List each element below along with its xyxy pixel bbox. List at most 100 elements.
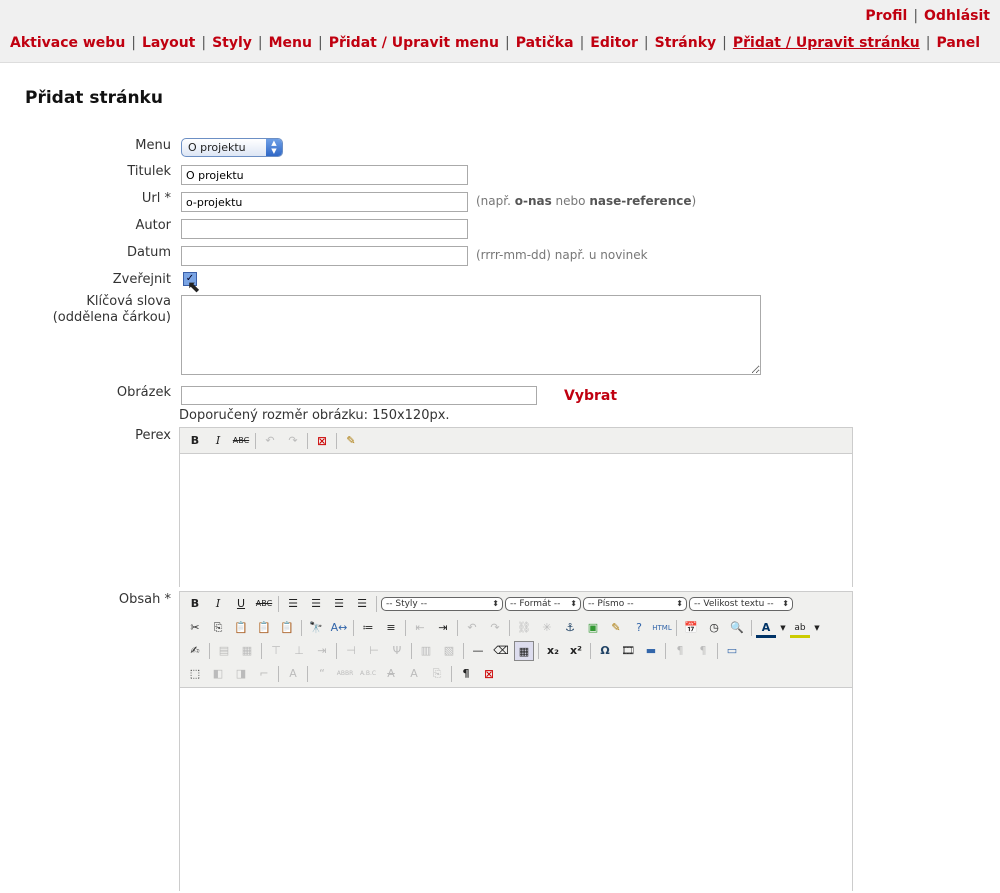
title-input[interactable] [181, 165, 468, 185]
nav-editor[interactable]: Editor [590, 35, 638, 51]
row-before-icon[interactable]: ⊤ [266, 641, 286, 661]
edit-css-icon[interactable]: ✍ [185, 641, 205, 661]
nav-paticka[interactable]: Patička [516, 35, 574, 51]
image-icon[interactable]: ▣ [583, 618, 603, 638]
profile-link[interactable]: Profil [865, 8, 907, 24]
align-left-icon[interactable]: ☰ [283, 594, 303, 614]
delete-text-icon[interactable]: A [381, 664, 401, 684]
paste-word-icon[interactable]: 📋 [277, 618, 297, 638]
nav-panel[interactable]: Panel [936, 35, 980, 51]
nav-aktivace-webu[interactable]: Aktivace webu [10, 35, 125, 51]
bold-icon[interactable]: B [185, 431, 205, 451]
logout-link[interactable]: Odhlásit [924, 8, 990, 24]
image-input[interactable] [181, 386, 537, 405]
align-center-icon[interactable]: ☰ [306, 594, 326, 614]
help-icon[interactable]: ? [629, 618, 649, 638]
strikethrough-icon[interactable]: ABC [231, 431, 251, 451]
style-props-icon[interactable]: A [283, 664, 303, 684]
image-select-link[interactable]: Vybrat [564, 388, 617, 404]
table-props-icon[interactable]: ▦ [237, 641, 257, 661]
nav-styly[interactable]: Styly [212, 35, 252, 51]
nav-pridat-upravit-stranku[interactable]: Přidat / Upravit stránku [733, 35, 920, 51]
keywords-textarea[interactable] [181, 295, 761, 375]
delete-col-icon[interactable]: Ψ [387, 641, 407, 661]
insert-text-icon[interactable]: A [404, 664, 424, 684]
insert-time-icon[interactable]: ◷ [704, 618, 724, 638]
strikethrough-icon[interactable]: ABC [254, 594, 274, 614]
anchor-icon[interactable]: ⚓ [560, 618, 580, 638]
delete-row-icon[interactable]: ⇥ [312, 641, 332, 661]
cleanup-icon[interactable]: ✎ [341, 431, 361, 451]
insert-layer-icon[interactable]: ▤ [214, 641, 234, 661]
fullscreen-icon[interactable]: ▭ [722, 641, 742, 661]
content-edit-area[interactable] [180, 687, 852, 893]
nav-menu[interactable]: Menu [269, 35, 312, 51]
nav-stranky[interactable]: Stránky [655, 35, 717, 51]
redo-icon[interactable]: ↷ [283, 431, 303, 451]
move-backward-icon[interactable]: ◨ [231, 664, 251, 684]
outdent-icon[interactable]: ⇤ [410, 618, 430, 638]
paste-text-icon[interactable]: 📋 [254, 618, 274, 638]
nav-pridat-upravit-menu[interactable]: Přidat / Upravit menu [329, 35, 499, 51]
undo-icon[interactable]: ↶ [462, 618, 482, 638]
copy-icon[interactable]: ⎘ [208, 618, 228, 638]
font-select[interactable]: -- Písmo -- [583, 597, 687, 611]
perex-edit-area[interactable] [180, 453, 852, 587]
find-icon[interactable]: 🔭 [306, 618, 326, 638]
highlight-color-icon[interactable]: ab [790, 618, 810, 638]
abbr-icon[interactable]: ABBR [335, 664, 355, 684]
rtl-icon[interactable]: ¶ [693, 641, 713, 661]
italic-icon[interactable]: I [208, 594, 228, 614]
indent-icon[interactable]: ⇥ [433, 618, 453, 638]
cut-icon[interactable]: ✂ [185, 618, 205, 638]
highlight-color-dropdown-icon[interactable]: ▼ [813, 618, 821, 638]
visual-aid-icon[interactable]: ▦ [514, 641, 534, 661]
italic-icon[interactable]: I [208, 431, 228, 451]
remove-format-icon[interactable]: ⊠ [312, 431, 332, 451]
cleanup-icon[interactable]: ✎ [606, 618, 626, 638]
split-cells-icon[interactable]: ▧ [439, 641, 459, 661]
menu-select[interactable]: O projektu ▲ ▼ [181, 138, 283, 157]
styles-select[interactable]: -- Styly -- [381, 597, 503, 611]
text-color-dropdown-icon[interactable]: ▼ [779, 618, 787, 638]
link-icon[interactable]: ⛓ [514, 618, 534, 638]
superscript-icon[interactable]: x² [566, 641, 586, 661]
insert-layer-box-icon[interactable]: ⬚ [185, 664, 205, 684]
horizontal-rule-icon[interactable]: — [468, 641, 488, 661]
remove-format-icon[interactable]: ⊠ [479, 664, 499, 684]
underline-icon[interactable]: U [231, 594, 251, 614]
font-size-select[interactable]: -- Velikost textu -- [689, 597, 793, 611]
bullet-list-icon[interactable]: ≔ [358, 618, 378, 638]
replace-icon[interactable]: A↔ [329, 618, 349, 638]
media-icon[interactable]: 🎞 [618, 641, 638, 661]
unlink-icon[interactable]: ✳ [537, 618, 557, 638]
align-justify-icon[interactable]: ☰ [352, 594, 372, 614]
show-blocks-icon[interactable]: ¶ [456, 664, 476, 684]
col-after-icon[interactable]: ⊢ [364, 641, 384, 661]
acronym-icon[interactable]: A.B.C [358, 664, 378, 684]
text-color-icon[interactable]: A [756, 618, 776, 638]
html-source-icon[interactable]: HTML [652, 618, 672, 638]
numbered-list-icon[interactable]: ≡ [381, 618, 401, 638]
merge-cells-icon[interactable]: ▥ [416, 641, 436, 661]
preview-icon[interactable]: 🔍 [727, 618, 747, 638]
format-select[interactable]: -- Formát -- [505, 597, 581, 611]
advanced-hr-icon[interactable]: ▬ [641, 641, 661, 661]
absolute-icon[interactable]: ⌐ [254, 664, 274, 684]
bold-icon[interactable]: B [185, 594, 205, 614]
attributes-icon[interactable]: ⎘ [427, 664, 447, 684]
author-input[interactable] [181, 219, 468, 239]
url-input[interactable] [181, 192, 468, 212]
date-input[interactable] [181, 246, 468, 266]
move-forward-icon[interactable]: ◧ [208, 664, 228, 684]
col-before-icon[interactable]: ⊣ [341, 641, 361, 661]
undo-icon[interactable]: ↶ [260, 431, 280, 451]
insert-date-icon[interactable]: 📅 [681, 618, 701, 638]
nav-layout[interactable]: Layout [142, 35, 195, 51]
row-after-icon[interactable]: ⊥ [289, 641, 309, 661]
eraser-icon[interactable]: ⌫ [491, 641, 511, 661]
subscript-icon[interactable]: x₂ [543, 641, 563, 661]
ltr-icon[interactable]: ¶ [670, 641, 690, 661]
cite-icon[interactable]: “ [312, 664, 332, 684]
redo-icon[interactable]: ↷ [485, 618, 505, 638]
